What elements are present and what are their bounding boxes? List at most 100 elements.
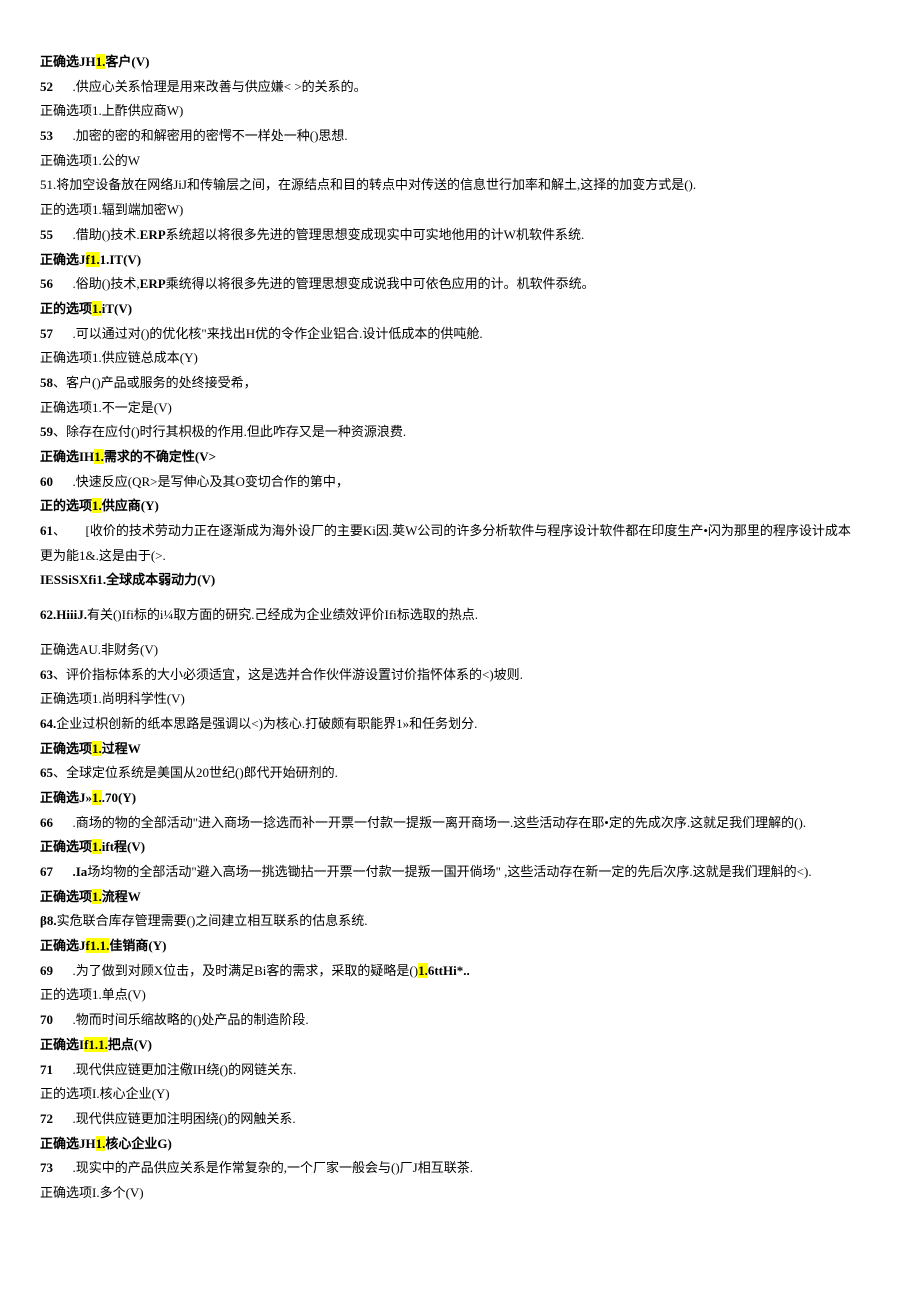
highlighted-text: 1. xyxy=(92,741,102,756)
text-segment: .70(Y) xyxy=(102,790,136,805)
text-line: 正确选AU.非财务(V) xyxy=(40,638,880,663)
text-segment: 正确选项1.不一定是(V) xyxy=(40,400,172,415)
text-segment: 56 xyxy=(40,276,53,291)
text-line: 59、除存在应付()时行其枳极的作用.但此咋存又是一种资源浪费. xyxy=(40,420,880,445)
text-segment: 实危联合库存管理需要()之间建立相互联系的估息系统. xyxy=(57,913,368,928)
highlighted-text: 1. xyxy=(94,449,104,464)
text-segment: 正确选项 xyxy=(40,839,92,854)
text-line: 70.物而时间乐缩故略的()处产品的制造阶段. xyxy=(40,1008,880,1033)
text-segment: 、 xyxy=(53,523,66,538)
highlighted-text: 1. xyxy=(418,963,428,978)
text-line: 51.将加空设备放在网络JiJ和传输层之间，在源结点和目的转点中对传送的信息世行… xyxy=(40,173,880,198)
text-segment: 55 xyxy=(40,227,53,242)
text-segment: 过程W xyxy=(102,741,141,756)
text-segment: 53 xyxy=(40,128,53,143)
text-segment: iT(V) xyxy=(102,301,132,316)
text-segment: .物而时间乐缩故略的()处产品的制造阶段. xyxy=(73,1012,309,1027)
text-segment: 正确选JH xyxy=(40,54,96,69)
text-segment: .快速反应(QR>是写伸心及其O变切合作的第中， xyxy=(73,474,349,489)
text-segment: 有关()Ifi标的i¼取方面的研究.己经成为企业绩效评价Ifi标选取的热点. xyxy=(87,607,478,622)
text-segment: 59 xyxy=(40,424,53,439)
text-segment: 6ttHi*.. xyxy=(428,963,470,978)
text-line: 52.供应心关系恰理是用来改善与供应嫌< >的关系的。 xyxy=(40,75,880,100)
text-line: 55.借助()技术.ERP系统超以将很多先进的管理思想变成现实中可实地他用的计W… xyxy=(40,223,880,248)
text-line: 69.为了做到对顾X位击，及时满足Bi客的需求，采取的疑略是()1.6ttHi*… xyxy=(40,959,880,984)
text-line: 正的选项1.供应商(Y) xyxy=(40,494,880,519)
text-line: 57 .可以通过对()的优化核"来找出H优的令作企业铝合.设计低成本的供吨舱. xyxy=(40,322,880,347)
text-segment: 企业过枳创新的纸本思路是强调以<)为核心.打破颇有职能界1»和任务划分. xyxy=(56,716,477,731)
text-segment: 正确选I xyxy=(40,1037,84,1052)
text-line: IESSiSXfi1.全球成本弱动力(V) xyxy=(40,568,880,593)
text-segment: 正的选项1.单点(V) xyxy=(40,987,146,1002)
text-segment: 67 xyxy=(40,864,53,879)
text-line: 正确选项1.供应链总成本(Y) xyxy=(40,346,880,371)
text-segment: .可以通过对()的优化核"来找出H优的令作企业铝合.设计低成本的供吨舱. xyxy=(73,326,483,341)
highlighted-text: 1. xyxy=(92,790,102,805)
text-segment: [收价的技术劳动力正在逐渐成为海外设厂的主要Ki因.荚W公司的许多分析软件与程序… xyxy=(86,523,851,538)
text-line: 71.现代供应链更加注儆IH绕()的网链关东. xyxy=(40,1058,880,1083)
text-segment: 、客户()产品或服务的处终接受希， xyxy=(53,375,257,390)
text-segment: .现代供应链更加注儆IH绕()的网链关东. xyxy=(73,1062,297,1077)
text-line: 正确选项1.上酢供应商W) xyxy=(40,99,880,124)
text-segment: 更为能1&.这是由于(>. xyxy=(40,548,166,563)
text-segment: 正确选J xyxy=(40,938,86,953)
text-line: 62.HiiiJ.有关()Ifi标的i¼取方面的研究.己经成为企业绩效评价Ifi… xyxy=(40,603,880,628)
text-line: 64.企业过枳创新的纸本思路是强调以<)为核心.打破颇有职能界1»和任务划分. xyxy=(40,712,880,737)
text-segment: 正的选项1.辐到端加密W) xyxy=(40,202,183,217)
text-segment: 正确选JH xyxy=(40,1136,96,1151)
text-segment: 正确选J» xyxy=(40,790,92,805)
text-segment: 正确选AU.非财务(V) xyxy=(40,642,158,657)
text-line: 正确选项1.尚明科学性(V) xyxy=(40,687,880,712)
text-segment: .加密的密的和解密用的密愕不一样处一种()思想. xyxy=(73,128,348,143)
text-line: 73.现实中的产品供应关系是作常复杂的,一个厂家一般会与()厂J相互联茶. xyxy=(40,1156,880,1181)
text-line: 65、全球定位系统是美国从20世纪()郎代开始研剂的. xyxy=(40,761,880,786)
text-segment: 66 xyxy=(40,815,53,830)
text-segment: 、除存在应付()时行其枳极的作用.但此咋存又是一种资源浪费. xyxy=(53,424,406,439)
text-segment: 乘统得以将很多先进的管理思想变成说我中可依色应用的计。机软件忝统。 xyxy=(166,276,595,291)
text-line: 正的选项1.辐到端加密W) xyxy=(40,198,880,223)
text-segment: 72 xyxy=(40,1111,53,1126)
text-segment: IESSiSXfi1.全球成本弱动力(V) xyxy=(40,572,215,587)
text-segment: 正的选项 xyxy=(40,498,92,513)
text-segment: 需求的不确定性(V> xyxy=(104,449,216,464)
text-segment: 正确选J xyxy=(40,252,86,267)
text-line: 72.现代供应链更加注明困绕()的网触关系. xyxy=(40,1107,880,1132)
text-line: 正的选项1.单点(V) xyxy=(40,983,880,1008)
text-segment: ERP xyxy=(140,227,166,242)
text-line: 正确选J»1..70(Y) xyxy=(40,786,880,811)
text-segment: .俗助()技术, xyxy=(73,276,140,291)
text-line: 53 .加密的密的和解密用的密愕不一样处一种()思想. xyxy=(40,124,880,149)
text-segment: β8. xyxy=(40,913,57,928)
text-segment: 60 xyxy=(40,474,53,489)
highlighted-text: 1. xyxy=(92,498,102,513)
text-line: 63、评价指标体系的大小必须适宜，这是选并合作伙伴游设置讨价指怀体系的<)坡则. xyxy=(40,663,880,688)
text-segment: 52 xyxy=(40,79,53,94)
text-segment: 57 xyxy=(40,326,53,341)
text-line: 正确选Jf1.1.IT(V) xyxy=(40,248,880,273)
highlighted-text: 1. xyxy=(92,301,102,316)
text-segment: 、全球定位系统是美国从20世纪()郎代开始研剂的. xyxy=(53,765,338,780)
highlighted-text: 1. xyxy=(92,839,102,854)
text-line: 正的选项I.核心企业(Y) xyxy=(40,1082,880,1107)
text-line: 61、 [收价的技术劳动力正在逐渐成为海外设厂的主要Ki因.荚W公司的许多分析软件… xyxy=(40,519,880,544)
highlighted-text: f1.1. xyxy=(86,938,110,953)
text-segment: 正确选IH xyxy=(40,449,94,464)
text-line: 更为能1&.这是由于(>. xyxy=(40,544,880,569)
highlighted-text: f1. xyxy=(86,252,100,267)
document-body: 正确选JH1.客户(V)52.供应心关系恰理是用来改善与供应嫌< >的关系的。正… xyxy=(40,50,880,1206)
text-segment: 62.HiiiJ. xyxy=(40,607,87,622)
text-segment: 正的选项 xyxy=(40,301,92,316)
text-segment: 61 xyxy=(40,523,53,538)
text-line: 正确选项1.流程W xyxy=(40,885,880,910)
text-segment: 、评价指标体系的大小必须适宜，这是选并合作伙伴游设置讨价指怀体系的<)坡则. xyxy=(53,667,523,682)
text-line: 60 .快速反应(QR>是写伸心及其O变切合作的第中， xyxy=(40,470,880,495)
text-segment: .为了做到对顾X位击，及时满足Bi客的需求，采取的疑略是() xyxy=(73,963,419,978)
text-line: 正确选If1.1.把点(V) xyxy=(40,1033,880,1058)
text-segment: ift程(V) xyxy=(102,839,145,854)
text-segment: .现实中的产品供应关系是作常复杂的,一个厂家一般会与()厂J相互联茶. xyxy=(73,1160,473,1175)
blank-line xyxy=(40,628,880,638)
text-segment: 51.将加空设备放在网络JiJ和传输层之间，在源结点和目的转点中对传送的信息世行… xyxy=(40,177,696,192)
highlighted-text: f1.1. xyxy=(84,1037,108,1052)
highlighted-text: 1. xyxy=(96,1136,106,1151)
highlighted-text: 1. xyxy=(96,54,106,69)
